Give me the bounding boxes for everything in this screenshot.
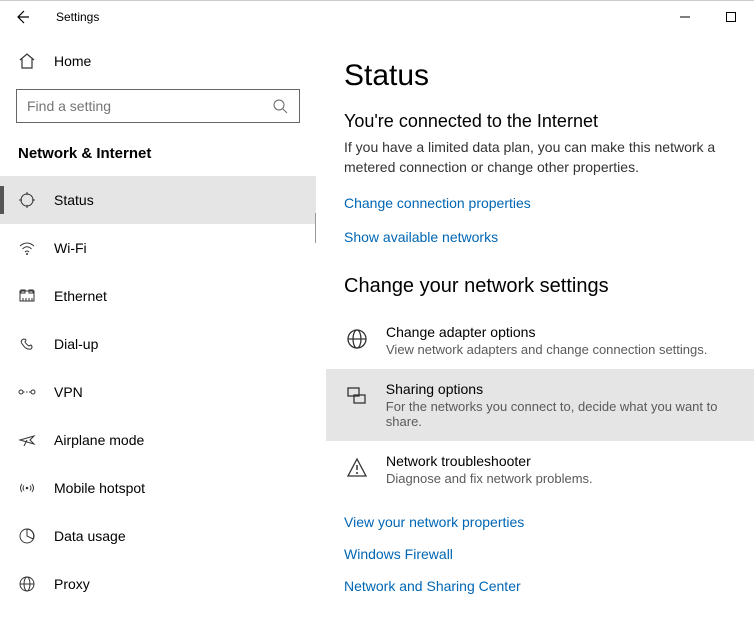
home-icon [18,52,36,70]
search-input[interactable] [16,89,300,123]
sidebar-item-label: Mobile hotspot [54,480,145,496]
main-content: Status You're connected to the Internet … [316,33,754,625]
link-windows-firewall[interactable]: Windows Firewall [344,546,754,562]
card-desc: View network adapters and change connect… [386,342,707,357]
maximize-button[interactable] [708,1,754,33]
search-icon [271,97,289,115]
link-view-network-properties[interactable]: View your network properties [344,514,754,530]
section-heading: Change your network settings [344,275,754,298]
search-field[interactable] [27,98,271,114]
vpn-icon [18,383,36,401]
datausage-icon [18,527,36,545]
sidebar-item-label: Dial-up [54,336,98,352]
sidebar-item-label: Data usage [54,528,126,544]
troubleshooter-icon [344,455,370,481]
sidebar-item-label: Proxy [54,576,90,592]
category-title: Network & Internet [0,135,316,176]
sharing-icon [344,383,370,409]
sidebar-item-label: VPN [54,384,83,400]
sidebar: Home Network & Internet Status [0,33,316,625]
sidebar-item-vpn[interactable]: VPN [0,368,316,416]
sidebar-item-status[interactable]: Status [0,176,316,224]
connected-body: If you have a limited data plan, you can… [344,138,744,177]
sidebar-item-label: Airplane mode [54,432,144,448]
sidebar-item-hotspot[interactable]: Mobile hotspot [0,464,316,512]
page-title: Status [344,59,754,93]
home-label: Home [54,53,91,69]
card-sharing-options[interactable]: Sharing options For the networks you con… [326,369,754,441]
sidebar-item-ethernet[interactable]: Ethernet [0,272,316,320]
sidebar-item-wifi[interactable]: Wi-Fi [0,224,316,272]
proxy-icon [18,575,36,593]
titlebar: Settings [0,1,754,33]
card-title: Network troubleshooter [386,453,593,469]
link-network-sharing-center[interactable]: Network and Sharing Center [344,578,754,594]
card-title: Change adapter options [386,324,707,340]
card-change-adapter-options[interactable]: Change adapter options View network adap… [344,312,754,369]
link-change-connection-properties[interactable]: Change connection properties [344,195,754,211]
card-desc: For the networks you connect to, decide … [386,399,754,429]
sidebar-item-label: Ethernet [54,288,107,304]
minimize-button[interactable] [662,1,708,33]
sidebar-item-label: Wi-Fi [54,240,87,256]
link-show-available-networks[interactable]: Show available networks [344,229,754,245]
connected-heading: You're connected to the Internet [344,111,754,132]
sidebar-item-datausage[interactable]: Data usage [0,512,316,560]
card-title: Sharing options [386,381,754,397]
wifi-icon [18,239,36,257]
card-network-troubleshooter[interactable]: Network troubleshooter Diagnose and fix … [344,441,754,498]
sidebar-item-airplane[interactable]: Airplane mode [0,416,316,464]
airplane-icon [18,431,36,449]
window-title: Settings [56,10,99,24]
sidebar-item-label: Status [54,192,94,208]
card-desc: Diagnose and fix network problems. [386,471,593,486]
sidebar-item-dialup[interactable]: Dial-up [0,320,316,368]
home-nav[interactable]: Home [0,41,316,81]
adapter-icon [344,326,370,352]
sidebar-item-proxy[interactable]: Proxy [0,560,316,608]
back-button[interactable] [14,9,38,25]
dialup-icon [18,335,36,353]
settings-window: Settings Home [0,0,754,625]
hotspot-icon [18,479,36,497]
status-icon [18,191,36,209]
ethernet-icon [18,287,36,305]
